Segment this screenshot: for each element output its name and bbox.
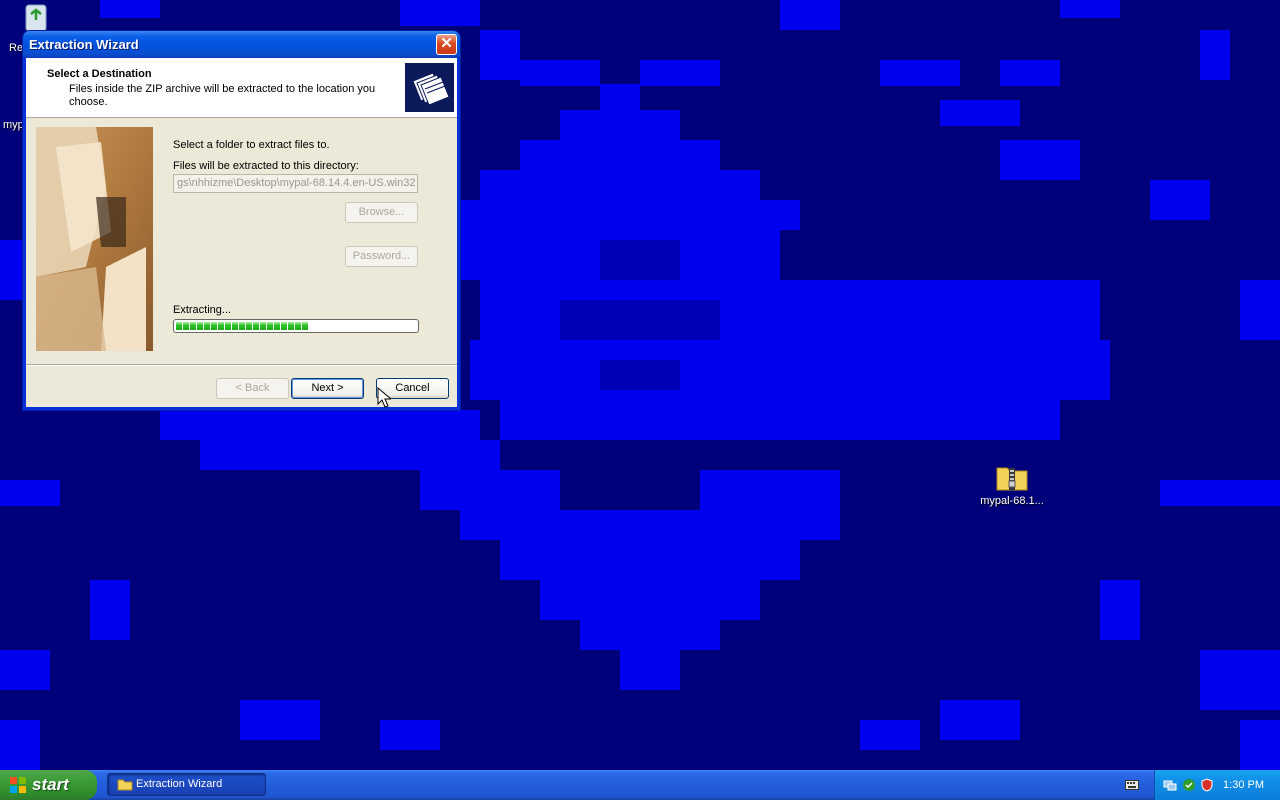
progress-segment: [197, 322, 203, 330]
progress-segment: [204, 322, 210, 330]
clock[interactable]: 1:30 PM: [1223, 779, 1264, 791]
progress-segment: [211, 322, 217, 330]
mypal-shortcut-label: myp: [3, 119, 24, 131]
progress-segment: [239, 322, 245, 330]
progress-segment: [274, 322, 280, 330]
keyboard-icon[interactable]: [1125, 780, 1139, 790]
progress-segment: [218, 322, 224, 330]
window-title: Extraction Wizard: [29, 37, 139, 52]
password-button[interactable]: Password...: [345, 246, 418, 267]
windows-logo-icon: [10, 777, 26, 793]
wizard-client-area: Select a Destination Files inside the ZI…: [26, 58, 457, 407]
progress-segment: [267, 322, 273, 330]
progress-segment: [281, 322, 287, 330]
directory-label: Files will be extracted to this director…: [173, 160, 359, 172]
taskbar-item-label: Extraction Wizard: [136, 778, 223, 790]
mypal-zip-label: mypal-68.1...: [980, 495, 1044, 507]
update-icon[interactable]: [1182, 778, 1196, 792]
close-button[interactable]: ✕: [436, 34, 457, 55]
next-button[interactable]: Next >: [291, 378, 364, 399]
title-bar[interactable]: Extraction Wizard ✕: [23, 31, 460, 58]
security-shield-icon[interactable]: [1200, 778, 1214, 792]
step-title: Select a Destination: [47, 68, 152, 80]
extracting-label: Extracting...: [173, 304, 232, 316]
folder-icon: [117, 779, 133, 791]
progress-segment: [225, 322, 231, 330]
system-tray: 1:30 PM: [1154, 770, 1280, 800]
close-icon: ✕: [440, 35, 453, 52]
progress-segment: [183, 322, 189, 330]
extraction-progress-bar: [173, 319, 419, 333]
progress-segment: [295, 322, 301, 330]
progress-segment: [176, 322, 182, 330]
taskbar-item-extraction-wizard[interactable]: Extraction Wizard: [107, 773, 266, 796]
mypal-zip-file[interactable]: mypal-68.1...: [972, 462, 1052, 507]
progress-segment: [302, 322, 308, 330]
progress-segment: [190, 322, 196, 330]
recycle-bin-label: Re: [9, 42, 24, 54]
mouse-cursor-icon: [377, 387, 391, 408]
start-label: start: [32, 775, 69, 794]
browse-button[interactable]: Browse...: [345, 202, 418, 223]
step-subtitle: Files inside the ZIP archive will be ext…: [69, 83, 376, 108]
taskbar: start Extraction Wizard 1:30 PM: [0, 770, 1280, 800]
button-separator: [26, 364, 457, 366]
folders-icon: [405, 63, 454, 112]
mypal-shortcut-partial[interactable]: myp: [3, 116, 24, 131]
progress-segment: [232, 322, 238, 330]
wizard-side-image: [36, 127, 153, 351]
progress-fill: [176, 322, 416, 330]
destination-path-field[interactable]: gs\nhhizme\Desktop\mypal-68.14.4.en-US.w…: [173, 174, 418, 193]
wizard-header: Select a Destination Files inside the ZI…: [26, 58, 457, 118]
progress-segment: [253, 322, 259, 330]
select-folder-label: Select a folder to extract files to.: [173, 139, 330, 151]
zip-folder-icon: [996, 467, 1028, 491]
recycle-bin-icon: [25, 4, 47, 32]
back-button[interactable]: < Back: [216, 378, 289, 399]
progress-segment: [246, 322, 252, 330]
start-button[interactable]: start: [0, 770, 97, 800]
progress-segment: [260, 322, 266, 330]
network-icon[interactable]: [1163, 778, 1177, 792]
recycle-bin-shortcut[interactable]: Re: [6, 2, 47, 54]
extraction-wizard-window: Extraction Wizard ✕ Select a Destination…: [23, 31, 460, 410]
progress-segment: [288, 322, 294, 330]
